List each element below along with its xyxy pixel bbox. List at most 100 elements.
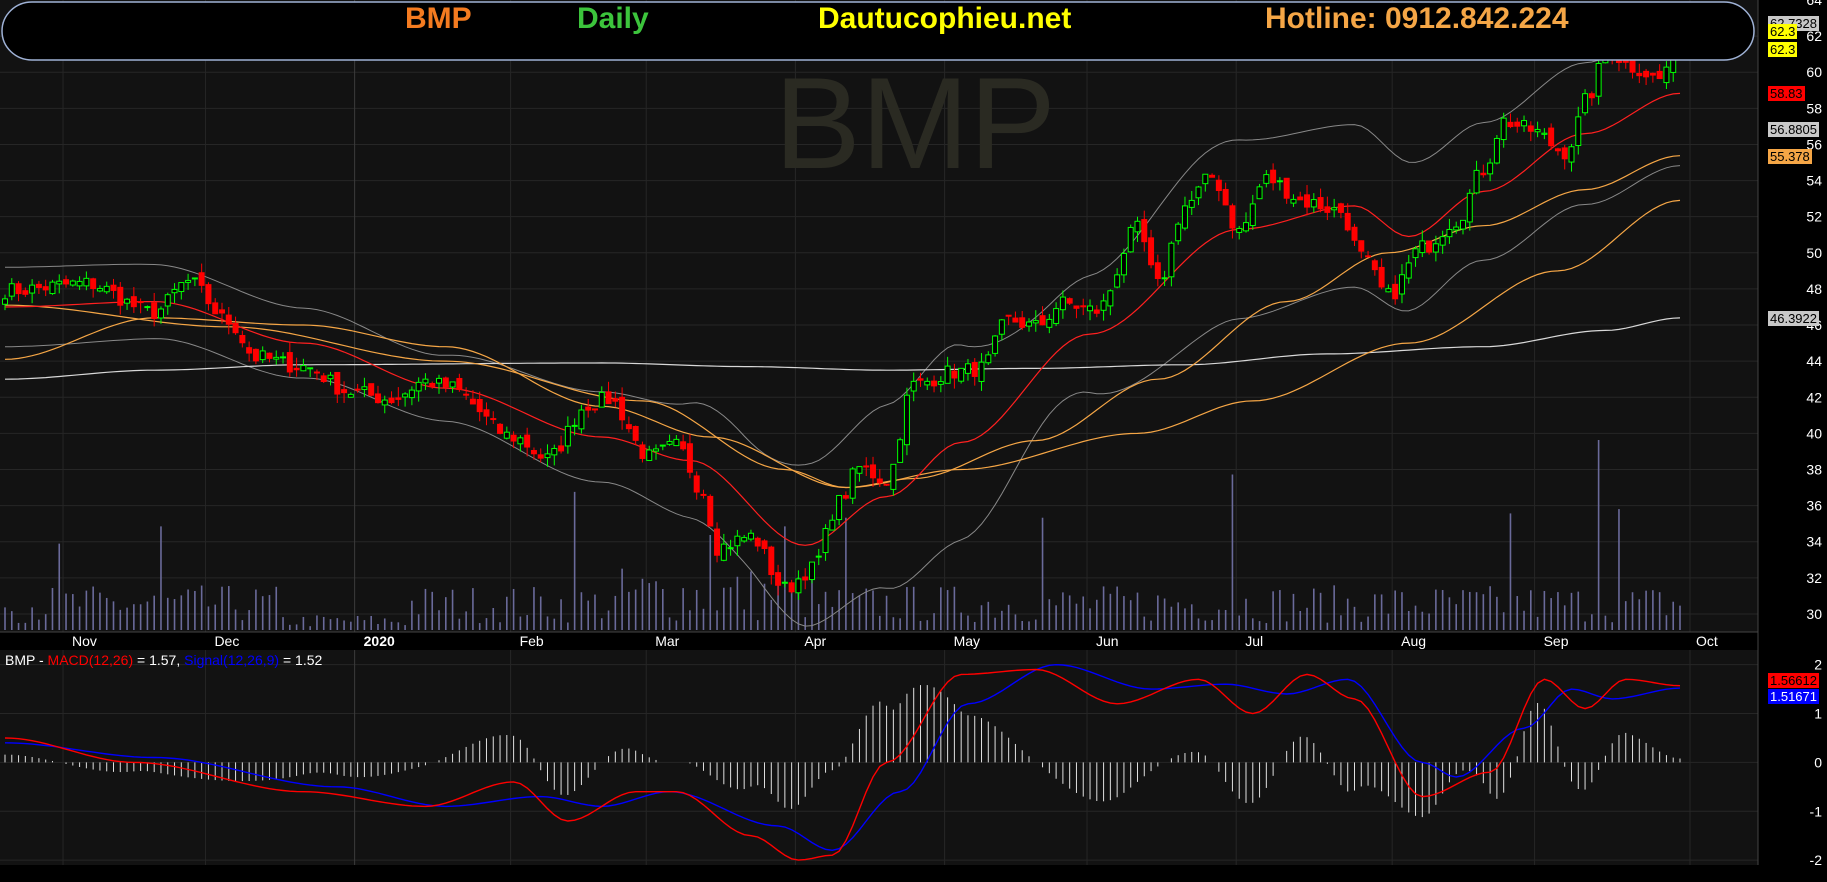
candle-body (341, 389, 348, 394)
month-label: Feb (520, 633, 544, 649)
candle-body (1365, 255, 1372, 258)
price-tick-label: 50 (1806, 245, 1822, 261)
month-label: May (954, 633, 980, 649)
candle-body (1663, 66, 1670, 84)
candle-body (374, 393, 381, 404)
candle-body (530, 450, 537, 455)
candle-body (781, 581, 788, 584)
macd-tick-label: -1 (1810, 803, 1823, 819)
candle-body (49, 281, 56, 295)
legend-macd-label: MACD(12,26) (47, 652, 134, 668)
candle-body (524, 434, 531, 448)
macd-panel (0, 650, 1758, 865)
candle-body (1073, 305, 1080, 309)
candle-body (490, 418, 497, 421)
stock-chart: BMP 303234363840424446485052545658606264… (0, 0, 1823, 868)
candle-body (1493, 137, 1500, 164)
candle-body (1236, 227, 1243, 233)
candle-body (1629, 58, 1636, 73)
legend-sep: - (35, 652, 48, 668)
candle-body (1107, 290, 1114, 307)
price-tag: 62.3 (1768, 41, 1798, 57)
candle-body (164, 294, 171, 307)
candle-body (1317, 197, 1324, 210)
candle-body (931, 380, 938, 387)
candle-body (157, 308, 164, 319)
candle-body (1202, 173, 1209, 185)
price-tick-label: 34 (1806, 534, 1822, 550)
candle-body (720, 543, 727, 561)
candle-body (198, 272, 205, 286)
candle-body (537, 454, 544, 459)
candle-body (1466, 192, 1473, 223)
candle-body (42, 286, 49, 291)
candle-body (1053, 308, 1060, 324)
candle-body (1534, 128, 1541, 133)
candle-body (90, 278, 97, 289)
candle-body (619, 396, 626, 421)
candle-body (497, 423, 504, 434)
candle-body (808, 561, 815, 581)
candle-body (103, 285, 110, 293)
candle-body (1459, 219, 1466, 230)
candle-body (754, 537, 761, 547)
macd-tick-label: 1 (1814, 706, 1822, 722)
candle-body (1175, 223, 1182, 242)
candle-body (1656, 70, 1663, 80)
candle-body (327, 374, 334, 380)
macd-tag: 1.51671 (1768, 689, 1819, 705)
candle-body (1087, 305, 1094, 312)
candle-body (1398, 274, 1405, 295)
month-label: Mar (655, 633, 679, 649)
candle-body (1548, 127, 1555, 147)
candle-body (741, 537, 748, 542)
candle-body (1100, 300, 1107, 311)
macd-tick-label: 2 (1814, 657, 1822, 673)
candle-body (1005, 314, 1012, 317)
candle-body (1290, 198, 1297, 204)
price-tick-label: 36 (1806, 498, 1822, 514)
candle-body (151, 302, 158, 320)
candle-body (1188, 199, 1195, 208)
candle-body (727, 547, 734, 550)
candle-body (1378, 266, 1385, 288)
price-tag: 58.83 (1768, 86, 1805, 102)
candle-body (1331, 207, 1338, 211)
candle-body (1114, 274, 1121, 288)
candle-body (1595, 63, 1602, 97)
candle-body (35, 283, 42, 288)
candle-body (958, 367, 965, 382)
candle-body (1636, 73, 1643, 77)
candle-body (171, 288, 178, 294)
candle-body (436, 377, 443, 384)
candle-body (585, 406, 592, 411)
candle-body (571, 424, 578, 427)
candle-body (1039, 315, 1046, 326)
candle-body (137, 301, 144, 304)
candle-body (1351, 226, 1358, 241)
candle-body (1412, 248, 1419, 259)
candle-body (1371, 260, 1378, 271)
candle-body (1276, 180, 1283, 183)
candle-body (795, 578, 802, 594)
candle-body (273, 356, 280, 360)
candle-body (429, 382, 436, 388)
candle-body (897, 439, 904, 463)
candle-body (863, 465, 870, 468)
candle-body (225, 314, 232, 325)
candle-body (239, 335, 246, 344)
symbol-title: BMP (405, 2, 472, 35)
candle-body (76, 280, 83, 287)
candle-body (110, 284, 117, 291)
candle-body (1304, 194, 1311, 208)
candle-body (1297, 196, 1304, 201)
candle-body (992, 335, 999, 354)
candle-body (1046, 318, 1053, 328)
candle-body (666, 440, 673, 445)
candle-body (693, 475, 700, 493)
watermark: BMP (774, 50, 1056, 196)
candle-body (422, 378, 429, 384)
period-title: Daily (577, 2, 649, 35)
candle-body (8, 283, 15, 297)
candle-body (1134, 220, 1141, 233)
